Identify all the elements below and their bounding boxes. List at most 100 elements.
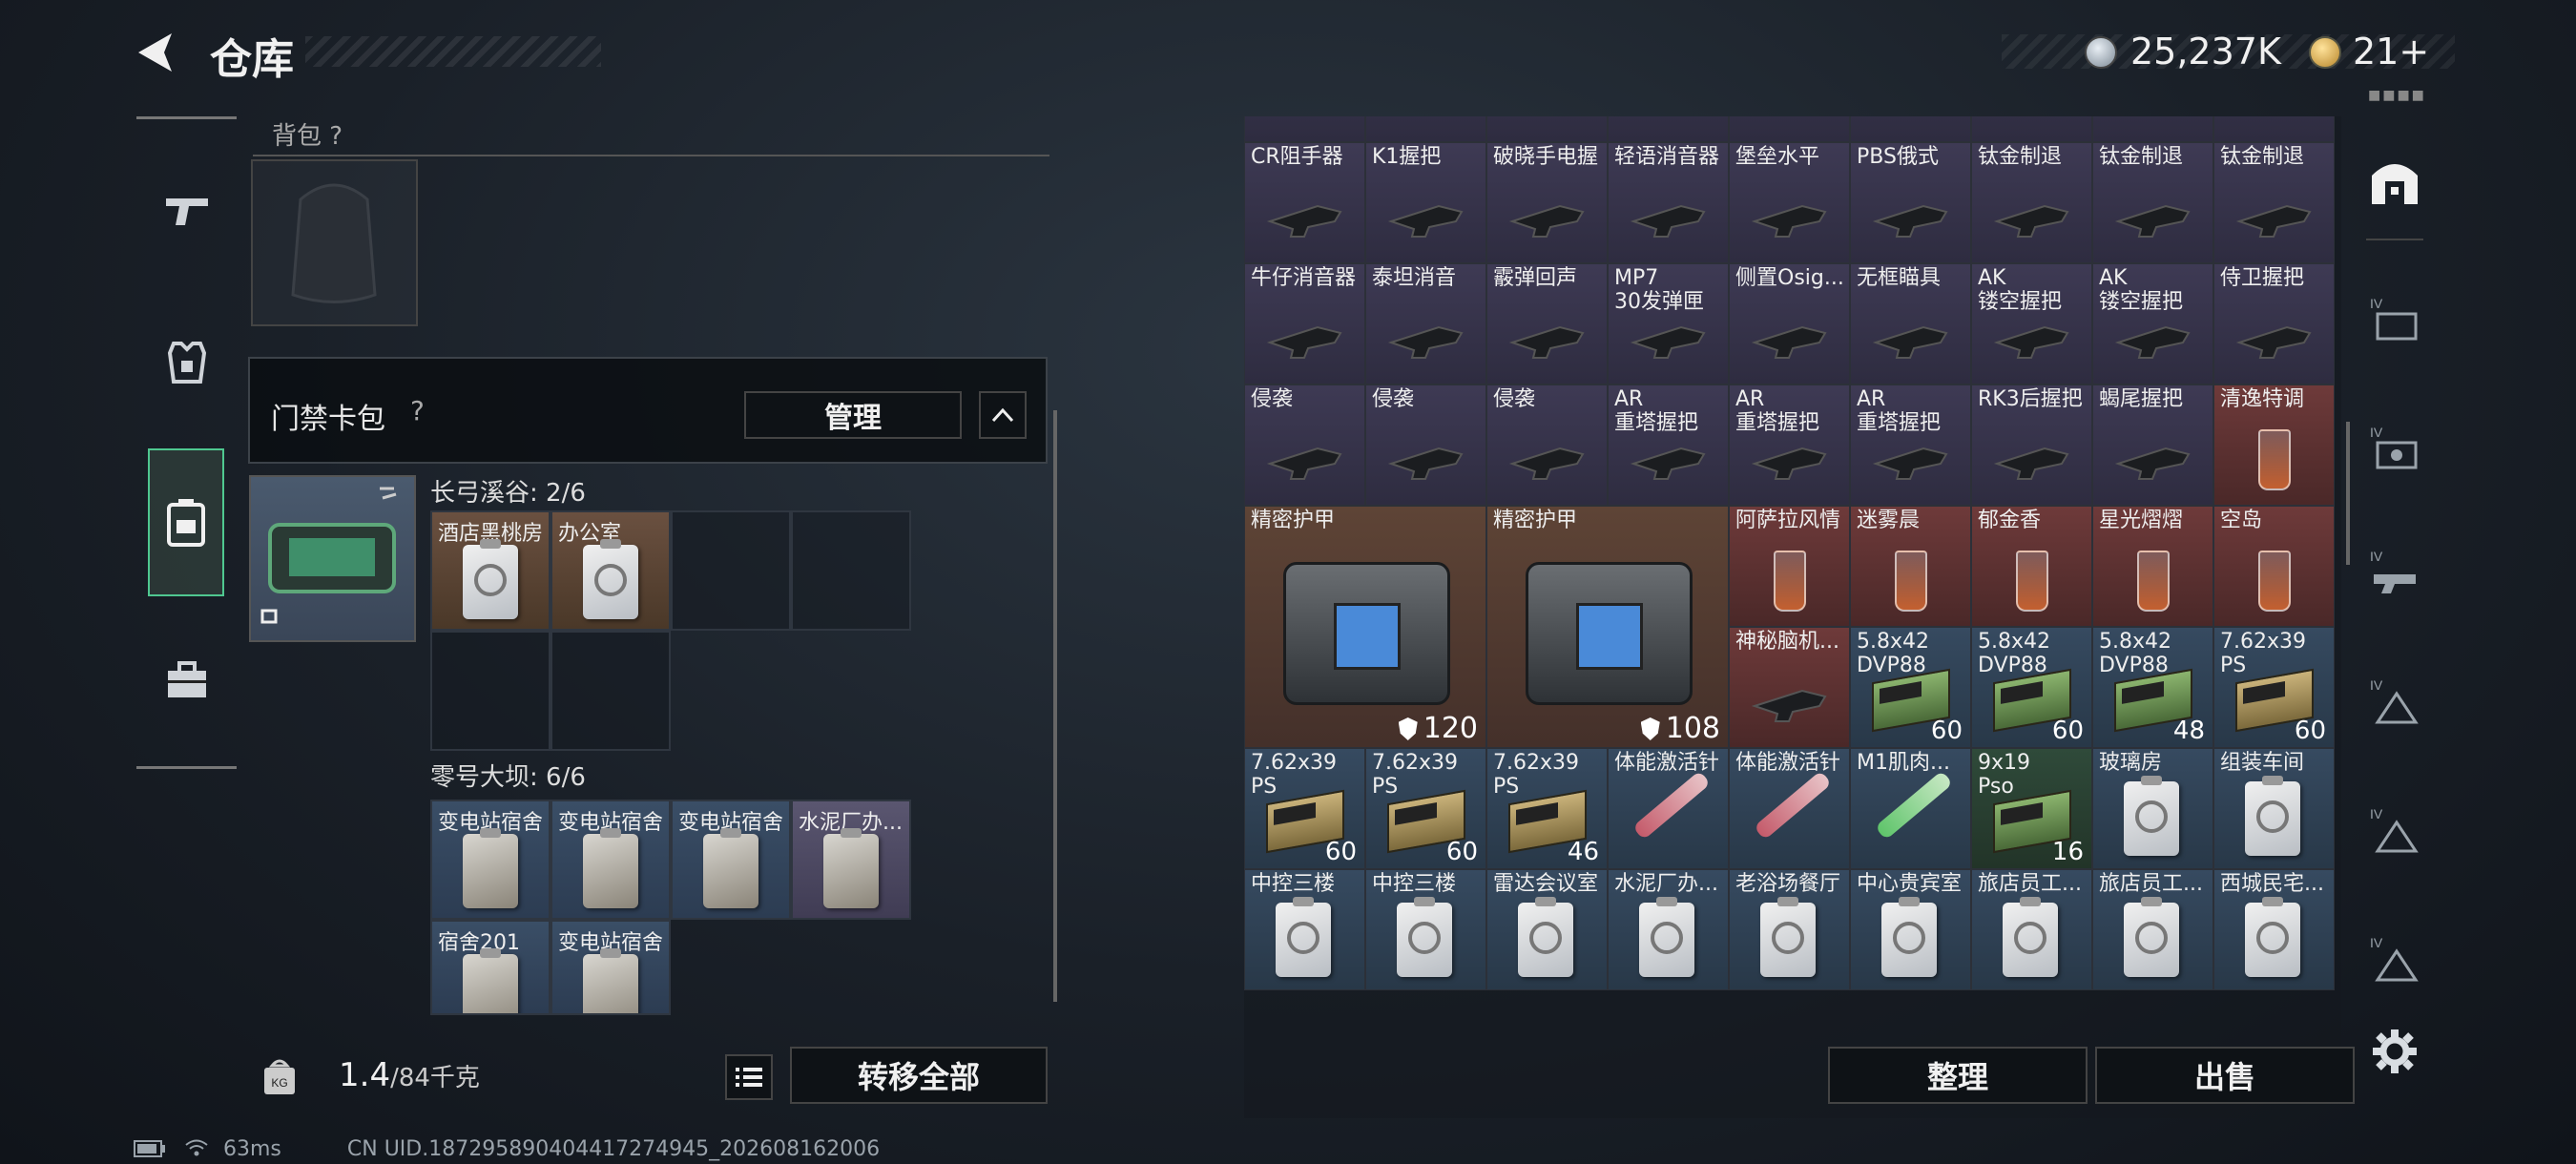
stash-item[interactable]: 侍卫握把 <box>2213 263 2335 385</box>
warehouse-tab[interactable] <box>2357 124 2433 239</box>
help-icon[interactable]: ? <box>410 395 425 426</box>
nav-weapons[interactable] <box>136 138 237 281</box>
stash-item[interactable]: 中控三楼 <box>1365 869 1486 990</box>
stash-item[interactable]: AK 镂空握把 <box>1971 263 2092 385</box>
stash-item[interactable]: 精密护甲 120 <box>1244 506 1486 748</box>
stash-item[interactable]: 侵袭 <box>1486 385 1608 506</box>
stash-item[interactable]: 组装车间 <box>2213 748 2335 869</box>
back-arrow-icon[interactable] <box>134 29 181 76</box>
stash-item[interactable]: 5.8x42 DVP88 60 <box>1850 627 1971 748</box>
stash-item[interactable]: 共振三代 <box>1850 116 1971 142</box>
keycard-slot[interactable]: 水泥厂办... <box>791 800 911 920</box>
stash-item[interactable]: 钛金制退 <box>1971 142 2092 263</box>
nav-keycard-case[interactable] <box>148 448 224 596</box>
stash-item[interactable]: 9x19 Pso 16 <box>1971 748 2092 869</box>
stash-item[interactable]: 共振三代 <box>2213 116 2335 142</box>
stash-item[interactable]: 密令封用 <box>2092 116 2213 142</box>
stash-item[interactable]: 7.62x39 PS 60 <box>2213 627 2335 748</box>
empty-keycard-slot[interactable] <box>430 631 551 751</box>
stash-item[interactable]: PEQ-2 <box>1244 116 1365 142</box>
silver-currency-amount[interactable]: 25,237K <box>2130 31 2281 73</box>
stash-item[interactable]: 阿萨拉风情 <box>1729 506 1850 627</box>
transfer-all-button[interactable]: 转移全部 <box>790 1047 1048 1104</box>
stash-item[interactable]: 无框瞄具 <box>1850 263 1971 385</box>
stash-item[interactable]: 旅店员工... <box>2092 869 2213 990</box>
keycard-case-slot[interactable] <box>249 475 416 642</box>
stash-item[interactable]: RK3后握把 <box>1971 385 2092 506</box>
keycard-slot[interactable]: 办公室 <box>551 510 671 631</box>
stash-item[interactable]: 牛仔消音器 <box>1244 263 1365 385</box>
stash-item[interactable]: 精密护甲 108 <box>1486 506 1729 748</box>
keycard-slot[interactable]: 变电站宿舍 <box>671 800 791 920</box>
stash-item[interactable]: 清逸特调 <box>2213 385 2335 506</box>
settings-button[interactable] <box>2371 1028 2419 1079</box>
keycard-slot[interactable]: 宿舍201 <box>430 920 551 1015</box>
stash-item[interactable]: 堡垒水平 <box>1729 142 1850 263</box>
keycard-slot[interactable]: 酒店黑桃房 <box>430 510 551 631</box>
sort-button[interactable]: 整理 <box>1828 1047 2088 1104</box>
list-view-button[interactable] <box>725 1054 773 1100</box>
stash-item[interactable]: 7.62x39 PS 46 <box>1486 748 1608 869</box>
stash-item[interactable]: 迷雾晨 <box>1850 506 1971 627</box>
stash-item[interactable]: 7.62x39 PS 60 <box>1365 748 1486 869</box>
stash-item[interactable]: 体能激活针 <box>1608 748 1729 869</box>
stash-item[interactable]: 中控三楼 <box>1244 869 1365 990</box>
stash-item[interactable]: 雷达会议室 <box>1486 869 1608 990</box>
stash-scrollbar[interactable] <box>2346 422 2350 565</box>
stash-item[interactable]: 郁金香 <box>1971 506 2092 627</box>
stash-item[interactable]: CR阻手器 <box>1244 142 1365 263</box>
sell-button[interactable]: 出售 <box>2095 1047 2355 1104</box>
collapse-button[interactable] <box>979 391 1027 439</box>
stash-item[interactable]: AR 重塔握把 <box>1608 385 1729 506</box>
stash-page-tab[interactable]: IV <box>2357 391 2433 506</box>
stash-item[interactable]: 霰弹回声 <box>1486 263 1608 385</box>
stash-page-tab[interactable]: IV <box>2357 644 2433 759</box>
stash-item[interactable]: 钛金制退 <box>2213 142 2335 263</box>
stash-item[interactable]: 轻语消音器 <box>1608 142 1729 263</box>
stash-item[interactable]: PBS俄式 <box>1850 142 1971 263</box>
stash-item[interactable]: 钛金制退 <box>2092 142 2213 263</box>
stash-item[interactable]: 侵袭 <box>1244 385 1365 506</box>
left-scrollbar[interactable] <box>1053 410 1057 1002</box>
stash-item[interactable]: 星光熠熠 <box>2092 506 2213 627</box>
stash-item[interactable]: 西城民宅... <box>2213 869 2335 990</box>
empty-keycard-slot[interactable] <box>551 631 671 751</box>
keycard-slot[interactable]: 变电站宿舍 <box>551 920 671 1015</box>
stash-item[interactable]: 5.8x42 DVP88 60 <box>1971 627 2092 748</box>
keycard-slot[interactable]: 变电站宿舍 <box>430 800 551 920</box>
stash-page-tab[interactable]: IV <box>2357 902 2433 1016</box>
stash-item[interactable]: 神秘脑机... <box>1729 627 1850 748</box>
stash-item[interactable]: PEQ-2 <box>1608 116 1729 142</box>
stash-item[interactable]: 老浴场餐厅 <box>1729 869 1850 990</box>
stash-item[interactable]: AK 镂空握把 <box>2092 263 2213 385</box>
stash-item[interactable]: 水泥厂办... <box>1608 869 1729 990</box>
nav-supplies[interactable] <box>136 608 237 751</box>
stash-item[interactable]: M1肌肉... <box>1850 748 1971 869</box>
nav-armor[interactable] <box>136 291 237 434</box>
stash-item[interactable]: PEQ-2 <box>1486 116 1608 142</box>
stash-item[interactable]: 体能激活针 <box>1729 748 1850 869</box>
backpack-slot[interactable] <box>251 159 418 326</box>
stash-item[interactable]: 7.62x39 PS 60 <box>1244 748 1365 869</box>
stash-item[interactable]: AR 重塔握把 <box>1729 385 1850 506</box>
gold-currency-amount[interactable]: 21+ <box>2353 31 2429 73</box>
stash-item[interactable]: 玻璃房 <box>2092 748 2213 869</box>
stash-page-tab[interactable]: IV <box>2357 773 2433 887</box>
stash-item[interactable]: 蝎尾握把 <box>2092 385 2213 506</box>
empty-keycard-slot[interactable] <box>791 510 911 631</box>
stash-item[interactable]: K1握把 <box>1365 142 1486 263</box>
stash-item[interactable]: 5.8x42 DVP88 48 <box>2092 627 2213 748</box>
stash-item[interactable]: PEQ-2 <box>1365 116 1486 142</box>
stash-item[interactable]: 共振三代 <box>1971 116 2092 142</box>
empty-keycard-slot[interactable] <box>671 510 791 631</box>
stash-item[interactable]: 共振三代 <box>1729 116 1850 142</box>
stash-item[interactable]: 侵袭 <box>1365 385 1486 506</box>
manage-button[interactable]: 管理 <box>744 391 962 439</box>
stash-item[interactable]: 侧置Osig... <box>1729 263 1850 385</box>
stash-item[interactable]: AR 重塔握把 <box>1850 385 1971 506</box>
stash-item[interactable]: MP7 30发弹匣 <box>1608 263 1729 385</box>
stash-page-tab[interactable]: IV <box>2357 262 2433 377</box>
stash-item[interactable]: 破晓手电握 <box>1486 142 1608 263</box>
stash-page-tab[interactable]: IV <box>2357 515 2433 630</box>
stash-item[interactable]: 旅店员工... <box>1971 869 2092 990</box>
